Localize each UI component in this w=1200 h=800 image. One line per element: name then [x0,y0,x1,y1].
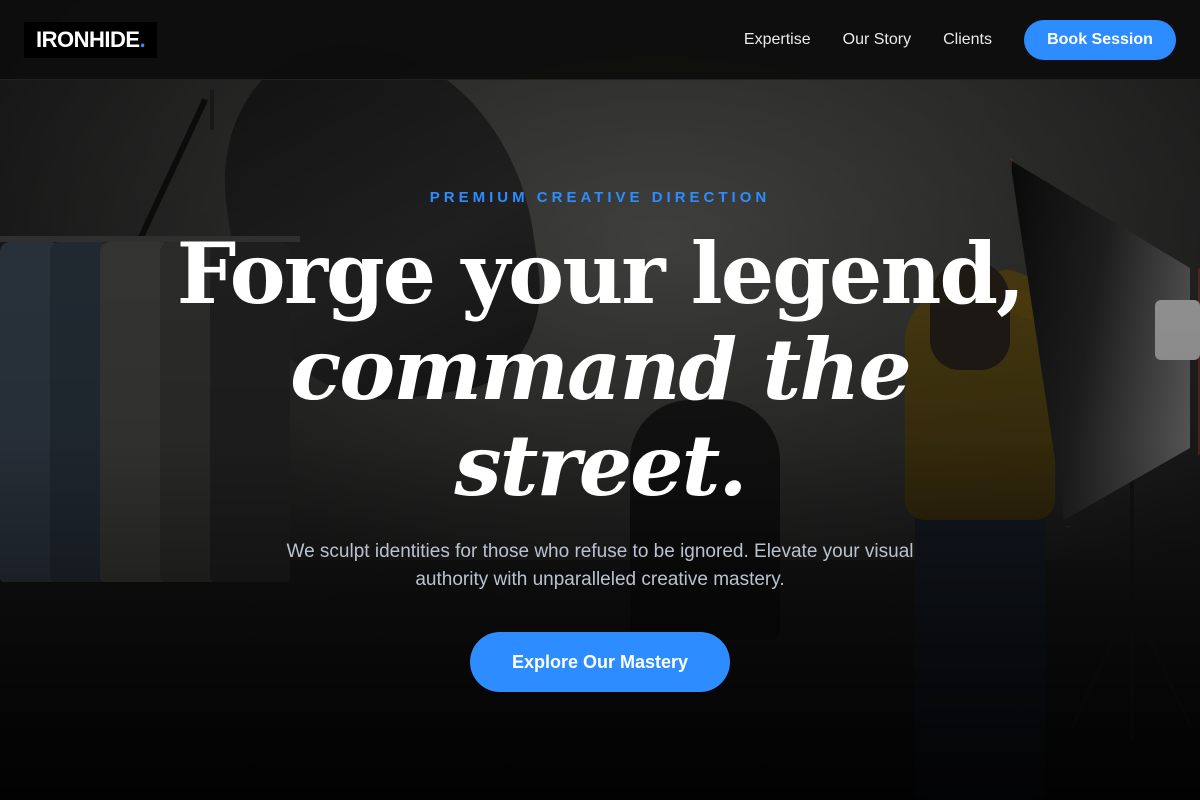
headline-line-3: street. [454,416,747,515]
brand-dot: . [139,26,146,52]
primary-nav: Expertise Our Story Clients Book Session [744,19,1176,60]
top-navbar: IRONHIDE. Expertise Our Story Clients Bo… [0,0,1200,80]
nav-link-expertise[interactable]: Expertise [744,31,811,49]
headline-line-2: command the [290,320,912,419]
brand-name: IRONHIDE [36,26,140,52]
hero-headline: Forge your legend, command the street. [0,226,1200,514]
hero-subtitle: We sculpt identities for those who refus… [286,541,914,590]
brand-logo[interactable]: IRONHIDE. [24,21,158,58]
hero-eyebrow: PREMIUM CREATIVE DIRECTION [429,189,771,206]
book-session-button[interactable]: Book Session [1024,19,1176,60]
headline-line-1: Forge your legend, [176,224,1026,323]
explore-mastery-button[interactable]: Explore Our Mastery [470,632,730,692]
nav-link-clients[interactable]: Clients [943,31,992,49]
nav-link-our-story[interactable]: Our Story [843,31,911,49]
hero-content: PREMIUM CREATIVE DIRECTION Forge your le… [0,0,1200,800]
